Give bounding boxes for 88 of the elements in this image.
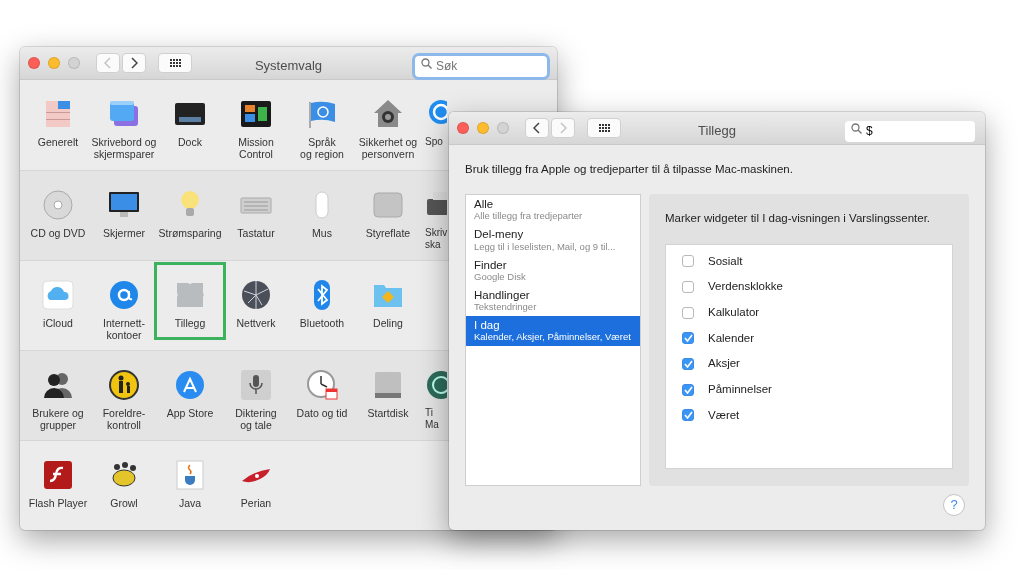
preference-pane[interactable]: Dock	[157, 80, 223, 170]
preference-pane[interactable]: Styreflate	[355, 171, 421, 260]
at-sign-icon	[108, 279, 140, 311]
checkbox[interactable]	[682, 358, 694, 371]
widget-label: Verdensklokke	[708, 279, 783, 295]
search-icon	[851, 123, 862, 134]
category-item[interactable]: Alle Alle tillegg fra tredjeparter	[466, 195, 640, 226]
preference-pane[interactable]: Foreldre- kontroll	[91, 351, 157, 440]
preference-pane[interactable]: Dato og tid	[289, 351, 355, 440]
preference-pane[interactable]: CD og DVD	[25, 171, 91, 260]
preference-pane[interactable]: Internett- kontoer	[91, 261, 157, 350]
app-store-icon	[174, 369, 206, 401]
checkbox[interactable]	[682, 409, 694, 422]
preference-pane[interactable]: Brukere og grupper	[25, 351, 91, 440]
preference-pane[interactable]: iCloud	[25, 261, 91, 350]
preference-pane[interactable]: Diktering og tale	[223, 351, 289, 440]
grid-icon	[598, 124, 610, 132]
preference-pane[interactable]: Nettverk	[223, 261, 289, 350]
minimize-button[interactable]	[477, 122, 489, 134]
preference-pane[interactable]: App Store	[157, 351, 223, 440]
chevron-left-icon	[104, 57, 112, 69]
widget-label: Været	[708, 407, 740, 423]
window-title: Tillegg	[698, 122, 736, 140]
preference-pane[interactable]: Tastatur	[223, 171, 289, 260]
zoom-button[interactable]	[497, 122, 509, 134]
preference-pane[interactable]: Growl	[91, 441, 157, 530]
checkbox[interactable]	[682, 255, 694, 268]
mission-control-icon	[240, 98, 272, 130]
show-all-button[interactable]	[587, 118, 621, 138]
search-field[interactable]: $	[845, 120, 975, 142]
preference-pane[interactable]: Perian	[223, 441, 289, 530]
preference-pane[interactable]: Bluetooth	[289, 261, 355, 350]
search-field[interactable]: Søk	[415, 55, 547, 77]
preference-pane[interactable]: Deling	[355, 261, 421, 350]
chevron-left-icon	[533, 122, 541, 134]
grid-icon	[169, 59, 181, 67]
preference-pane[interactable]: Java	[157, 441, 223, 530]
preference-pane[interactable]: Flash Player	[25, 441, 91, 530]
preference-pane[interactable]: Startdisk	[355, 351, 421, 440]
microphone-icon	[240, 369, 272, 401]
globe-icon	[240, 279, 272, 311]
parent-child-icon	[108, 369, 140, 401]
search-icon	[421, 58, 432, 69]
preference-pane[interactable]: Ti Ma	[421, 351, 449, 440]
preference-pane[interactable]: Mission Control	[223, 80, 289, 170]
minimize-button[interactable]	[48, 57, 60, 69]
preference-pane[interactable]: Spo	[421, 80, 449, 170]
cd-icon	[42, 189, 74, 221]
widget-label: Kalender	[708, 330, 755, 346]
preference-pane[interactable]: Sikkerhet og personvern	[355, 80, 421, 170]
checkbox[interactable]	[682, 383, 694, 396]
preference-pane[interactable]: Strømsparing	[157, 171, 223, 260]
show-all-button[interactable]	[158, 53, 192, 73]
category-item[interactable]: I dag Kalender, Aksjer, Påminnelser, Været	[466, 315, 640, 346]
description-text: Bruk tillegg fra Apple og tredjeparter til å tilpasse Mac-maskinen.	[465, 162, 794, 177]
widget-label: Påminnelser	[708, 382, 772, 398]
checkbox[interactable]	[682, 332, 694, 345]
clock-icon	[306, 369, 338, 401]
java-icon	[174, 459, 206, 491]
close-button[interactable]	[457, 122, 469, 134]
window-title: Systemvalg	[254, 57, 323, 75]
forward-button[interactable]	[122, 53, 146, 73]
category-item[interactable]: Handlinger Tekstendringer	[466, 285, 640, 316]
close-button[interactable]	[28, 57, 40, 69]
help-button[interactable]: ?	[943, 494, 965, 517]
preference-pane[interactable]: Generelt	[25, 80, 91, 170]
checkbox[interactable]	[682, 306, 694, 319]
widget-label: Aksjer	[708, 356, 740, 372]
preference-pane[interactable]: Skjermer	[91, 171, 157, 260]
preference-pane[interactable]: Skrivebord og skjermsparer	[91, 80, 157, 170]
cloud-icon	[42, 279, 74, 311]
house-icon	[372, 98, 404, 130]
category-item[interactable]: Del-meny Legg til i leselisten, Mail, og 9 til...	[466, 225, 640, 256]
preference-pane[interactable]: Mus	[289, 171, 355, 260]
category-item[interactable]: Finder Google Disk	[466, 255, 640, 286]
checkbox[interactable]	[682, 281, 694, 294]
zoom-button[interactable]	[68, 57, 80, 69]
trackpad-icon	[372, 189, 404, 221]
back-button[interactable]	[525, 118, 549, 138]
preference-pane[interactable]: Språk og region	[289, 80, 355, 170]
flash-icon	[42, 459, 74, 491]
chevron-right-icon	[130, 57, 138, 69]
preference-pane[interactable]: Skriv ska	[421, 171, 449, 260]
chevron-right-icon	[559, 122, 567, 134]
preference-pane[interactable]: Tillegg	[157, 265, 223, 337]
widget-label: Kalkulator	[708, 305, 760, 321]
panel-heading: Marker widgeter til I dag-visningen i Varslingssenter.	[665, 211, 932, 227]
widget-label: Sosialt	[708, 253, 743, 269]
